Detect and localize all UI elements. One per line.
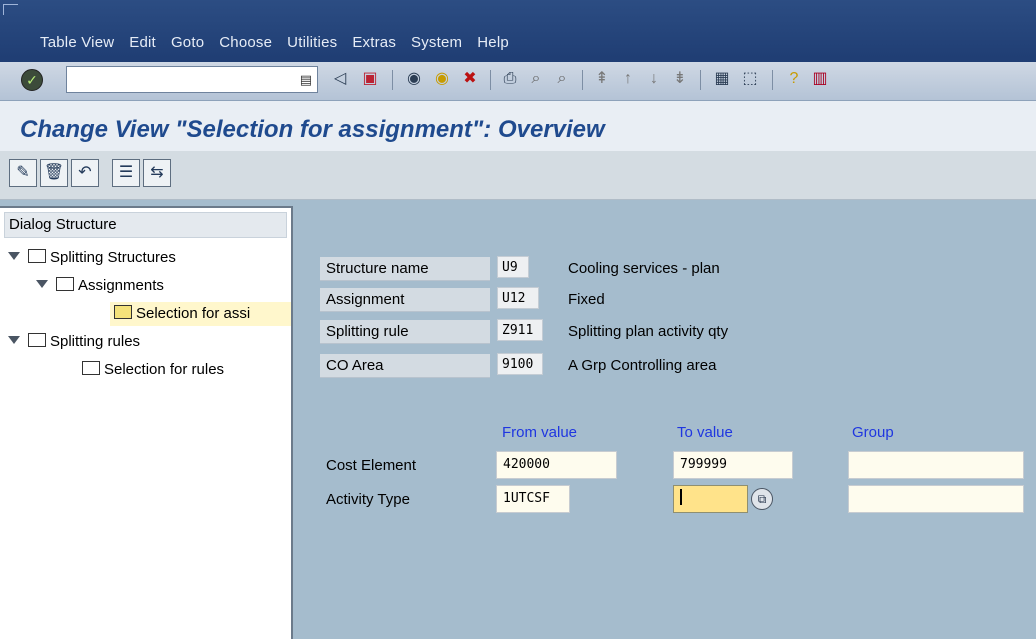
menu-system[interactable]: System — [411, 34, 462, 51]
back-icon[interactable]: ◁ — [330, 69, 350, 89]
tree-item-splitting-rules[interactable]: Splitting rules — [8, 330, 140, 354]
cost-element-label: Cost Element — [326, 457, 417, 474]
separator — [582, 70, 583, 90]
co-area-value: 9100 — [497, 353, 543, 375]
page-title: Change View "Selection for assignment": … — [20, 116, 605, 143]
cost-element-group-input[interactable] — [848, 451, 1024, 479]
menu-help[interactable]: Help — [477, 34, 509, 51]
splitting-rule-value: Z911 — [497, 319, 543, 341]
delete-icon[interactable]: 🗑 — [40, 159, 68, 187]
splitting-rule-description: Splitting plan activity qty — [568, 323, 729, 340]
tree-item-label: Splitting Structures — [50, 249, 176, 266]
cost-element-to-input[interactable]: 799999 — [673, 451, 793, 479]
tree-item-label: Selection for rules — [104, 361, 225, 378]
separator — [772, 70, 773, 90]
activity-type-label: Activity Type — [326, 491, 410, 508]
splitting-rule-label: Splitting rule — [320, 320, 490, 344]
find-icon[interactable]: ⌕ — [526, 69, 546, 89]
structure-name-description: Cooling services - plan — [568, 260, 720, 277]
from-value-header: From value — [502, 424, 578, 441]
assignment-description: Fixed — [568, 291, 605, 308]
folder-icon — [28, 249, 46, 263]
enter-button[interactable]: ✓ — [21, 69, 43, 91]
tree-item-label: Selection for assi — [136, 305, 251, 322]
folder-icon — [82, 361, 100, 375]
transport-icon[interactable]: ⇆ — [143, 159, 171, 187]
exit-icon[interactable]: ◉ — [404, 69, 424, 89]
co-area-label: CO Area — [320, 354, 490, 378]
to-value-header: To value — [677, 424, 733, 441]
separator — [490, 70, 491, 90]
menu-bar: Table View Edit Goto Choose Utilities Ex… — [0, 0, 1036, 62]
dialog-structure-header: Dialog Structure — [4, 212, 287, 238]
structure-name-value: U9 — [497, 256, 529, 278]
last-page-icon[interactable]: ⇟ — [670, 69, 690, 89]
cancel-icon[interactable]: ✖ — [460, 69, 480, 89]
menu-goto[interactable]: Goto — [171, 34, 204, 51]
tree-item-selection-for-assignment[interactable]: Selection for assi — [110, 302, 291, 326]
help-icon[interactable]: ? — [784, 69, 804, 89]
assignment-label: Assignment — [320, 288, 490, 312]
expand-icon[interactable] — [36, 280, 48, 288]
dialog-structure-panel: Dialog Structure Splitting Structures As… — [0, 206, 293, 639]
activity-type-to-input[interactable] — [673, 485, 748, 513]
standard-toolbar: ✓ ▤ ◁ ▣ ◉ ◉ ✖ ⎙ ⌕ ⌕ ⇞ ↑ ↓ ⇟ ▦ ⬚ ? ▥ — [0, 62, 1036, 101]
undo-icon[interactable]: ↶ — [71, 159, 99, 187]
tree-item-label: Splitting rules — [50, 333, 141, 350]
cancel-back-icon[interactable]: ◉ — [432, 69, 452, 89]
application-toolbar: ✎ 🗑 ↶ ☰ ⇆ — [0, 151, 1036, 200]
title-bar: Change View "Selection for assignment": … — [0, 101, 1036, 151]
menu: Table View Edit Goto Choose Utilities Ex… — [40, 34, 524, 51]
command-history-icon[interactable]: ▤ — [300, 72, 312, 88]
find-next-icon[interactable]: ⌕ — [552, 69, 572, 89]
first-page-icon[interactable]: ⇞ — [592, 69, 612, 89]
print-icon[interactable]: ⎙ — [500, 69, 520, 89]
folder-icon — [28, 333, 46, 347]
menu-extras[interactable]: Extras — [352, 34, 396, 51]
assignment-value: U12 — [497, 287, 539, 309]
save-icon[interactable]: ▣ — [360, 69, 380, 89]
separator — [700, 70, 701, 90]
separator — [392, 70, 393, 90]
structure-name-label: Structure name — [320, 257, 490, 281]
expand-icon[interactable] — [8, 252, 20, 260]
open-folder-icon — [114, 305, 132, 319]
menu-utilities[interactable]: Utilities — [287, 34, 337, 51]
tree-item-assignments[interactable]: Assignments — [36, 274, 164, 298]
create-session-icon[interactable]: ▦ — [712, 69, 732, 89]
value-help-icon[interactable]: ⧉ — [751, 488, 773, 510]
menu-edit[interactable]: Edit — [129, 34, 156, 51]
activity-type-from-input[interactable]: 1UTCSF — [496, 485, 570, 513]
folder-icon — [56, 277, 74, 291]
tree-item-selection-for-rules[interactable]: Selection for rules — [82, 358, 224, 382]
menu-table-view[interactable]: Table View — [40, 34, 114, 51]
layout-icon[interactable]: ▥ — [810, 69, 830, 89]
select-all-icon[interactable]: ☰ — [112, 159, 140, 187]
tree-item-label: Assignments — [78, 277, 164, 294]
activity-type-group-input[interactable] — [848, 485, 1024, 513]
next-page-icon[interactable]: ↓ — [644, 69, 664, 89]
shortcut-icon[interactable]: ⬚ — [740, 69, 760, 89]
tree-item-splitting-structures[interactable]: Splitting Structures — [8, 246, 176, 270]
display-change-icon[interactable]: ✎ — [9, 159, 37, 187]
co-area-description: A Grp Controlling area — [568, 357, 717, 374]
expand-icon[interactable] — [8, 336, 20, 344]
text-cursor — [680, 489, 682, 505]
group-header: Group — [852, 424, 894, 441]
menu-choose[interactable]: Choose — [219, 34, 272, 51]
cost-element-from-input[interactable]: 420000 — [496, 451, 617, 479]
command-field[interactable]: ▤ — [66, 66, 318, 93]
previous-page-icon[interactable]: ↑ — [618, 69, 638, 89]
system-menu-icon[interactable] — [3, 4, 18, 15]
